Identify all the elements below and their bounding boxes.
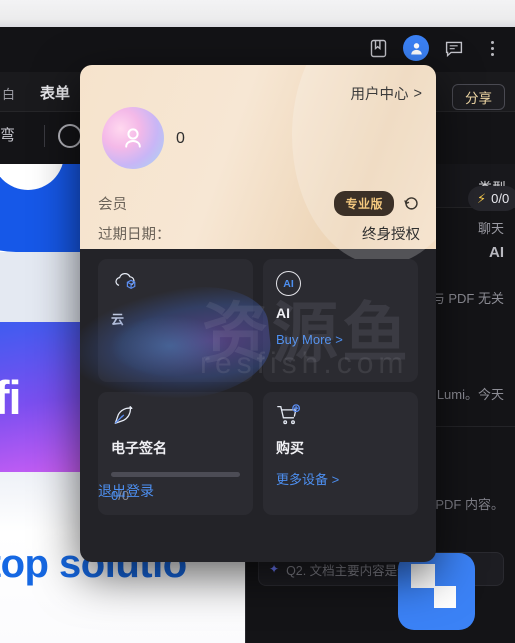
credit-pill[interactable]: ⚡ 0/0 bbox=[468, 186, 515, 211]
avatar[interactable] bbox=[102, 107, 164, 169]
more-devices-link[interactable]: 更多设备 > bbox=[276, 469, 339, 488]
membership-row: 会员 专业版 bbox=[98, 191, 420, 216]
feature-card-cloud-title: 云 bbox=[111, 312, 125, 327]
comment-icon[interactable] bbox=[437, 31, 471, 65]
feature-card-ai[interactable]: AI AI Buy More > bbox=[263, 259, 418, 382]
feature-card-purchase-title: 购买 bbox=[276, 440, 304, 456]
logo-square-2 bbox=[434, 586, 456, 608]
feature-card-purchase[interactable]: 购买 更多设备 > bbox=[263, 392, 418, 515]
feature-card-grid: 云 AI AI Buy More > 电子签名 0/0 购买 更多设备 > bbox=[98, 259, 418, 515]
chevron-right-icon: > bbox=[413, 85, 422, 102]
account-avatar-button[interactable] bbox=[399, 31, 433, 65]
search-icon[interactable] bbox=[58, 124, 82, 148]
user-avatar-icon bbox=[403, 35, 429, 61]
account-popover-body: 云 AI AI Buy More > 电子签名 0/0 购买 更多设备 > 退出… bbox=[80, 249, 436, 515]
chat-meta-line1: 聊天 bbox=[477, 221, 504, 236]
membership-label: 会员 bbox=[98, 197, 127, 213]
book-icon[interactable] bbox=[361, 31, 395, 65]
status-badge: 专业版 bbox=[334, 191, 394, 216]
account-popover-header: 用户中心 > 0 会员 专业版 过期日期： 终身授权 bbox=[80, 65, 436, 265]
feature-card-cloud[interactable]: 云 bbox=[98, 259, 253, 382]
logout-link[interactable]: 退出登录 bbox=[98, 481, 154, 501]
bolt-icon: ⚡ bbox=[477, 190, 487, 206]
account-username: 0 bbox=[176, 130, 185, 147]
expiry-value: 终身授权 bbox=[362, 227, 420, 243]
chat-meta-line2: AI bbox=[489, 244, 504, 261]
user-center-link[interactable]: 用户中心 > bbox=[351, 83, 422, 104]
more-vertical-icon[interactable] bbox=[475, 31, 509, 65]
feature-card-esign-title: 电子签名 bbox=[111, 440, 167, 456]
account-popover: 用户中心 > 0 会员 专业版 过期日期： 终身授权 云 AI AI Buy M… bbox=[80, 65, 436, 562]
share-button[interactable]: 分享 bbox=[452, 84, 505, 110]
toolbar-left-glyph: 白 bbox=[2, 87, 16, 102]
pen-nib-icon bbox=[111, 404, 240, 430]
person-icon bbox=[125, 128, 141, 148]
toolbar-form-label[interactable]: 表单 bbox=[40, 82, 70, 103]
toolbar-divider bbox=[44, 125, 45, 147]
toolbar-left-text: 弯 bbox=[0, 127, 16, 144]
feature-card-ai-title: AI bbox=[276, 305, 290, 321]
expiry-label: 过期日期： bbox=[98, 227, 171, 243]
share-button-label: 分享 bbox=[465, 91, 492, 106]
doc-band-text: plifi bbox=[0, 370, 22, 424]
esign-progress-bar bbox=[111, 472, 240, 477]
refresh-icon[interactable] bbox=[403, 195, 420, 212]
user-center-label: 用户中心 bbox=[350, 87, 409, 103]
app-logo-badge[interactable] bbox=[398, 553, 475, 630]
window-title-strip bbox=[0, 0, 515, 27]
buy-more-link[interactable]: Buy More > bbox=[276, 332, 343, 347]
topbar-icon-group bbox=[361, 31, 509, 65]
sparkle-icon: ✦ bbox=[269, 562, 280, 576]
cloud-box-icon bbox=[111, 271, 240, 297]
expiry-row: 过期日期： 终身授权 bbox=[98, 223, 420, 244]
app-root: plifi stop solutio 类型 聊天 AI 与 PDF 无关 是 L… bbox=[0, 0, 515, 643]
credit-label: 0/0 bbox=[491, 191, 510, 206]
logo-square-1 bbox=[411, 564, 435, 588]
cart-plus-icon bbox=[276, 404, 405, 430]
ai-circle-icon: AI bbox=[276, 271, 301, 296]
